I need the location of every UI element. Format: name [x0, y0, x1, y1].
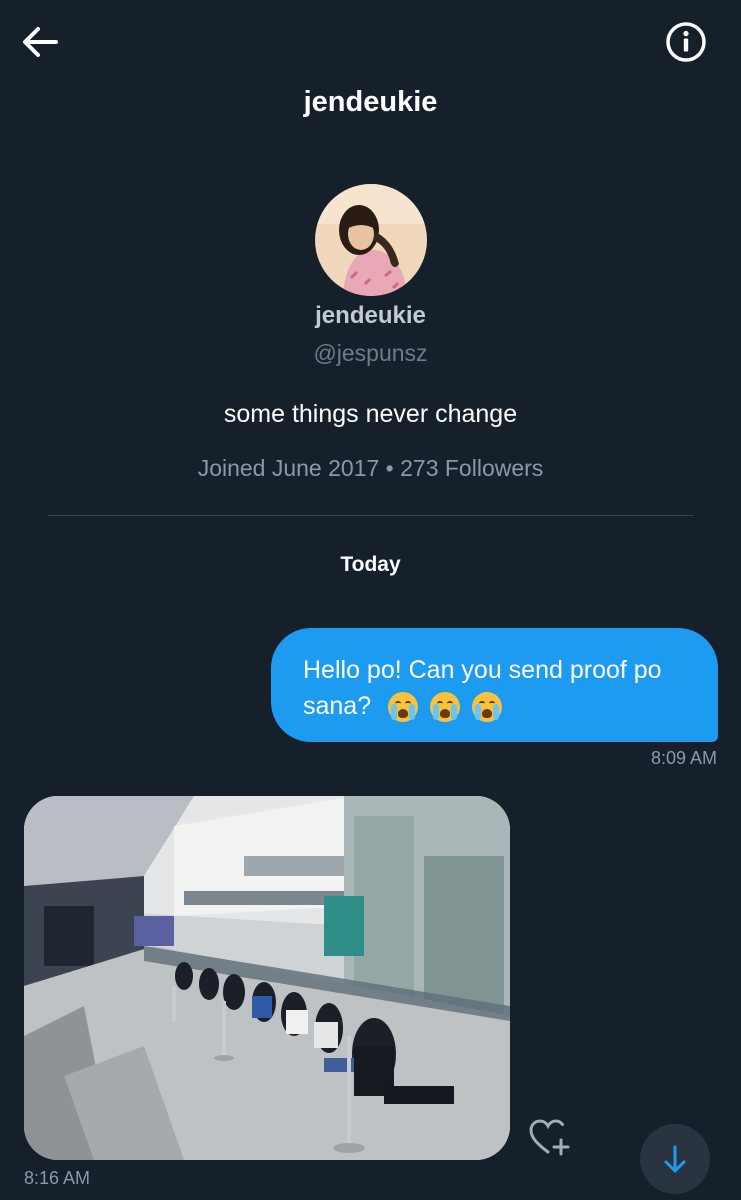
conversation-title: jendeukie: [303, 86, 438, 118]
arrow-down-icon: [664, 1145, 686, 1173]
divider: [48, 515, 694, 516]
loudly-crying-face-emoji: [430, 692, 461, 723]
message-timestamp: 8:09 AM: [650, 748, 717, 768]
scroll-to-bottom-button[interactable]: [640, 1124, 710, 1194]
profile-handle[interactable]: @jespunsz: [0, 340, 741, 367]
profile-meta: Joined June 2017 • 273 Followers: [197, 455, 544, 481]
info-circle-icon: [666, 22, 706, 62]
avatar[interactable]: [315, 184, 427, 296]
heart-plus-icon: [529, 1119, 570, 1156]
received-photo[interactable]: [24, 796, 510, 1160]
profile-display-name[interactable]: jendeukie: [0, 302, 741, 330]
arrow-left-icon: [23, 27, 58, 57]
react-like-button[interactable]: [528, 1118, 572, 1158]
back-button[interactable]: [18, 22, 62, 62]
loudly-crying-face-emoji: [388, 692, 419, 723]
message-timestamp: 8:16 AM: [24, 1168, 91, 1188]
conversation-info-button[interactable]: [664, 20, 708, 64]
sent-message-bubble[interactable]: Hello po! Can you send proof po sana?: [271, 628, 718, 742]
profile-bio: some things never change: [223, 400, 518, 428]
date-separator: Today: [340, 553, 401, 576]
loudly-crying-face-emoji: [472, 692, 503, 723]
